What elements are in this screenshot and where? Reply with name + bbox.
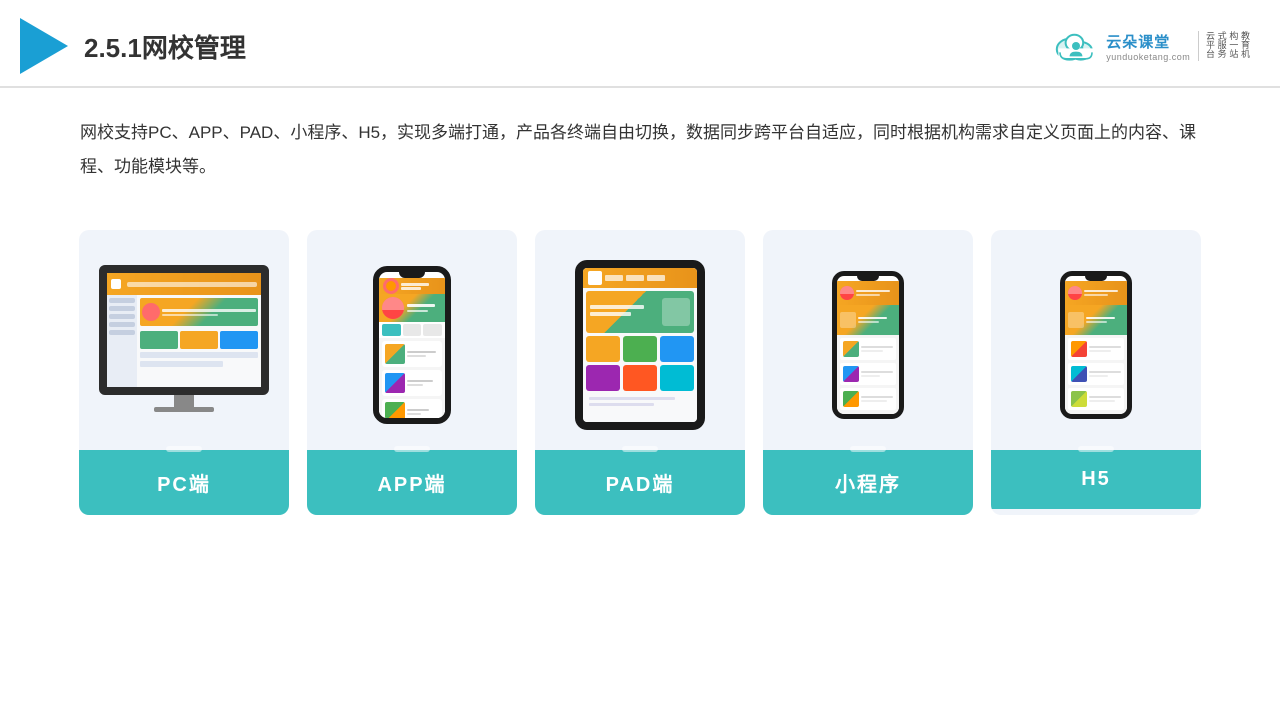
app-image-area <box>307 230 517 450</box>
logo-triangle-icon <box>20 18 68 74</box>
miniprogram-phone-mockup <box>832 271 904 419</box>
miniprogram-label: 小程序 <box>763 450 973 515</box>
brand-logo: 云朵课堂 yunduoketang.com <box>1052 28 1190 64</box>
h5-label: H5 <box>991 450 1201 509</box>
pc-image-area <box>79 230 289 450</box>
pc-label: PC端 <box>79 450 289 515</box>
header: 2.5.1网校管理 云朵课堂 yunduoketang.com <box>0 0 1280 88</box>
app-phone-mockup <box>373 266 451 424</box>
pad-image-area <box>535 230 745 450</box>
brand-name-label: 云朵课堂 <box>1106 31 1170 52</box>
brand-url-label: yunduoketang.com <box>1106 52 1190 62</box>
app-label: APP端 <box>307 450 517 515</box>
app-card: APP端 <box>307 230 517 515</box>
miniprogram-image-area <box>763 230 973 450</box>
description-text: 网校支持PC、APP、PAD、小程序、H5，实现多端打通，产品各终端自由切换，数… <box>0 88 1280 200</box>
h5-image-area <box>991 230 1201 450</box>
page-title: 2.5.1网校管理 <box>84 28 246 65</box>
h5-phone-mockup <box>1060 271 1132 419</box>
header-right: 云朵课堂 yunduoketang.com 教育机构一站式服务云平台 <box>1052 28 1250 64</box>
device-cards-container: PC端 <box>0 210 1280 545</box>
pc-card: PC端 <box>79 230 289 515</box>
cloud-icon <box>1052 28 1100 64</box>
pad-label: PAD端 <box>535 450 745 515</box>
brand-slogan: 教育机构一站式服务云平台 <box>1198 31 1250 61</box>
brand-text: 云朵课堂 yunduoketang.com <box>1106 31 1190 62</box>
miniprogram-card: 小程序 <box>763 230 973 515</box>
header-left: 2.5.1网校管理 <box>20 18 246 74</box>
pad-tablet-mockup <box>575 260 705 430</box>
pad-card: PAD端 <box>535 230 745 515</box>
pc-monitor-mockup <box>99 265 269 425</box>
h5-card: H5 <box>991 230 1201 515</box>
